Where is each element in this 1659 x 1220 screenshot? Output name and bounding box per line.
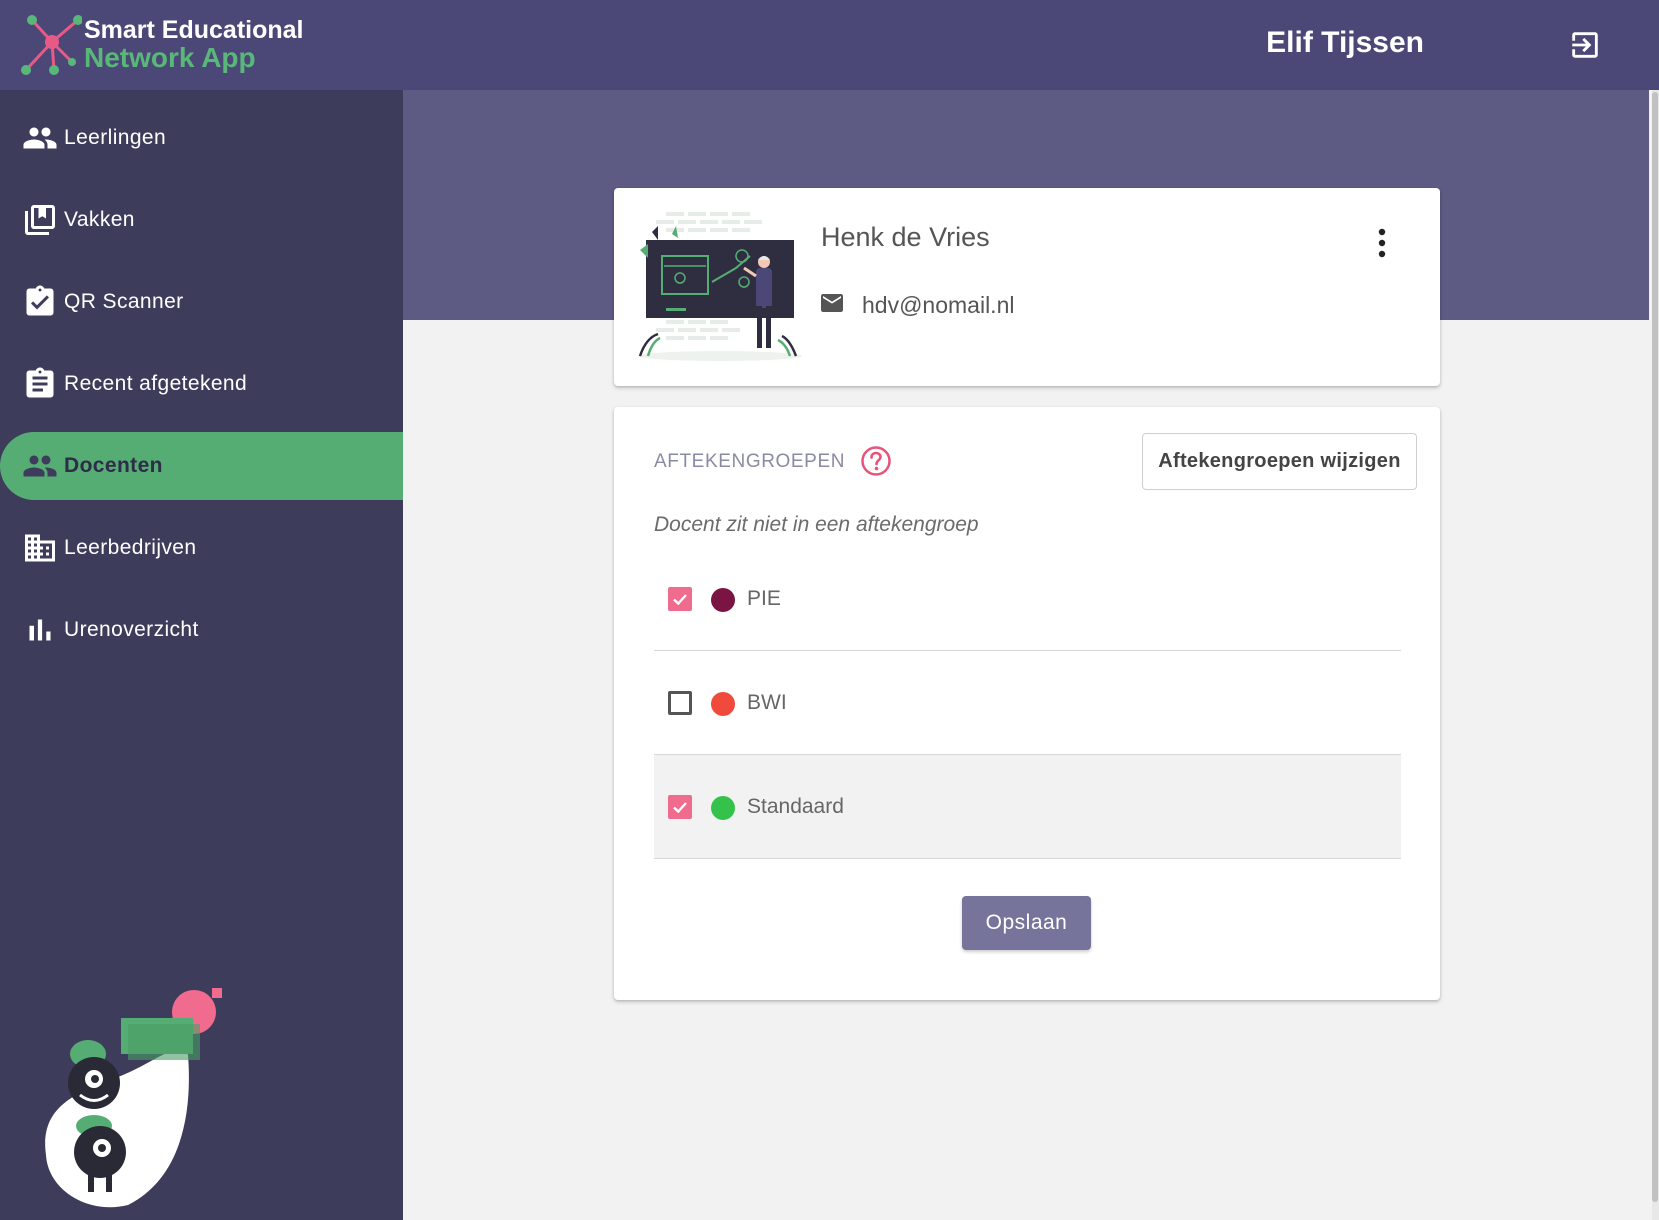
user-name: Elif Tijssen — [1266, 26, 1424, 59]
sidebar-item-leerbedrijven[interactable]: Leerbedrijven — [0, 514, 403, 582]
teacher-illustration — [638, 212, 802, 361]
monster-illustration — [45, 988, 222, 1208]
group-checkbox[interactable] — [668, 587, 692, 611]
group-color-dot — [711, 796, 735, 820]
people-icon — [23, 127, 57, 149]
network-logo-icon — [21, 15, 82, 75]
sidebar-item-label: Leerlingen — [64, 126, 167, 149]
sidebar-item-label: Urenoverzicht — [64, 618, 199, 641]
library-books-icon — [25, 205, 55, 235]
teacher-email[interactable]: hdv@nomail.nl — [862, 292, 1014, 319]
group-color-dot — [711, 588, 735, 612]
teacher-profile-card: Henk de Vries hdv@nomail.nl — [614, 188, 1440, 386]
edit-groups-button[interactable]: Aftekengroepen wijzigen — [1142, 433, 1417, 490]
group-name: Standaard — [747, 795, 844, 818]
top-bar: Smart Educational Network App Elif Tijss… — [0, 0, 1659, 90]
teacher-name: Henk de Vries — [821, 222, 990, 252]
sidebar-item-label: Vakken — [64, 208, 135, 231]
clipboard-list-icon — [26, 367, 54, 398]
sidebar-item-vakken[interactable]: Vakken — [0, 186, 403, 254]
more-vert-icon[interactable] — [1370, 226, 1394, 260]
group-row-bwi[interactable]: BWI — [654, 651, 1401, 755]
sidebar-item-label: Docenten — [64, 454, 163, 477]
people-icon — [23, 455, 57, 477]
logout-icon[interactable] — [1568, 28, 1602, 62]
group-row-pie[interactable]: PIE — [654, 547, 1401, 651]
sidebar-item-recent-afgetekend[interactable]: Recent afgetekend — [0, 350, 403, 418]
group-row-standaard[interactable]: Standaard — [654, 755, 1401, 859]
bar-chart-icon — [29, 619, 51, 641]
checkmark-icon — [673, 594, 687, 606]
app-logo[interactable]: Smart Educational Network App — [20, 12, 310, 78]
sidebar-item-label: Recent afgetekend — [64, 372, 248, 395]
group-name: BWI — [747, 691, 787, 714]
signoff-groups-card: AFTEKENGROEPEN Aftekengroepen wijzigen D… — [614, 407, 1440, 1000]
app-title-line2: Network App — [84, 42, 256, 73]
sidebar-item-label: Leerbedrijven — [64, 536, 197, 559]
sidebar-item-label: QR Scanner — [64, 290, 184, 313]
save-button[interactable]: Opslaan — [962, 896, 1091, 950]
sidebar-item-qr-scanner[interactable]: QR Scanner — [0, 268, 403, 336]
section-title: AFTEKENGROEPEN — [654, 451, 846, 472]
building-icon — [25, 534, 55, 562]
group-checkbox[interactable] — [668, 691, 692, 715]
sidebar-item-docenten[interactable]: Docenten — [0, 432, 403, 500]
group-color-dot — [711, 692, 735, 716]
sidebar: Leerlingen Vakken QR Scanner Recent afge… — [0, 90, 403, 1220]
empty-groups-note: Docent zit niet in een aftekengroep — [654, 513, 979, 536]
clipboard-check-icon — [26, 285, 54, 316]
sidebar-item-urenoverzicht[interactable]: Urenoverzicht — [0, 596, 403, 664]
app-title-line1: Smart Educational — [84, 16, 304, 44]
group-checkbox[interactable] — [668, 795, 692, 819]
checkmark-icon — [673, 802, 687, 814]
scrollbar-thumb[interactable] — [1652, 92, 1658, 1202]
sidebar-item-leerlingen[interactable]: Leerlingen — [0, 104, 403, 172]
mail-icon — [821, 294, 843, 312]
group-name: PIE — [747, 587, 781, 610]
help-icon[interactable] — [860, 445, 892, 477]
